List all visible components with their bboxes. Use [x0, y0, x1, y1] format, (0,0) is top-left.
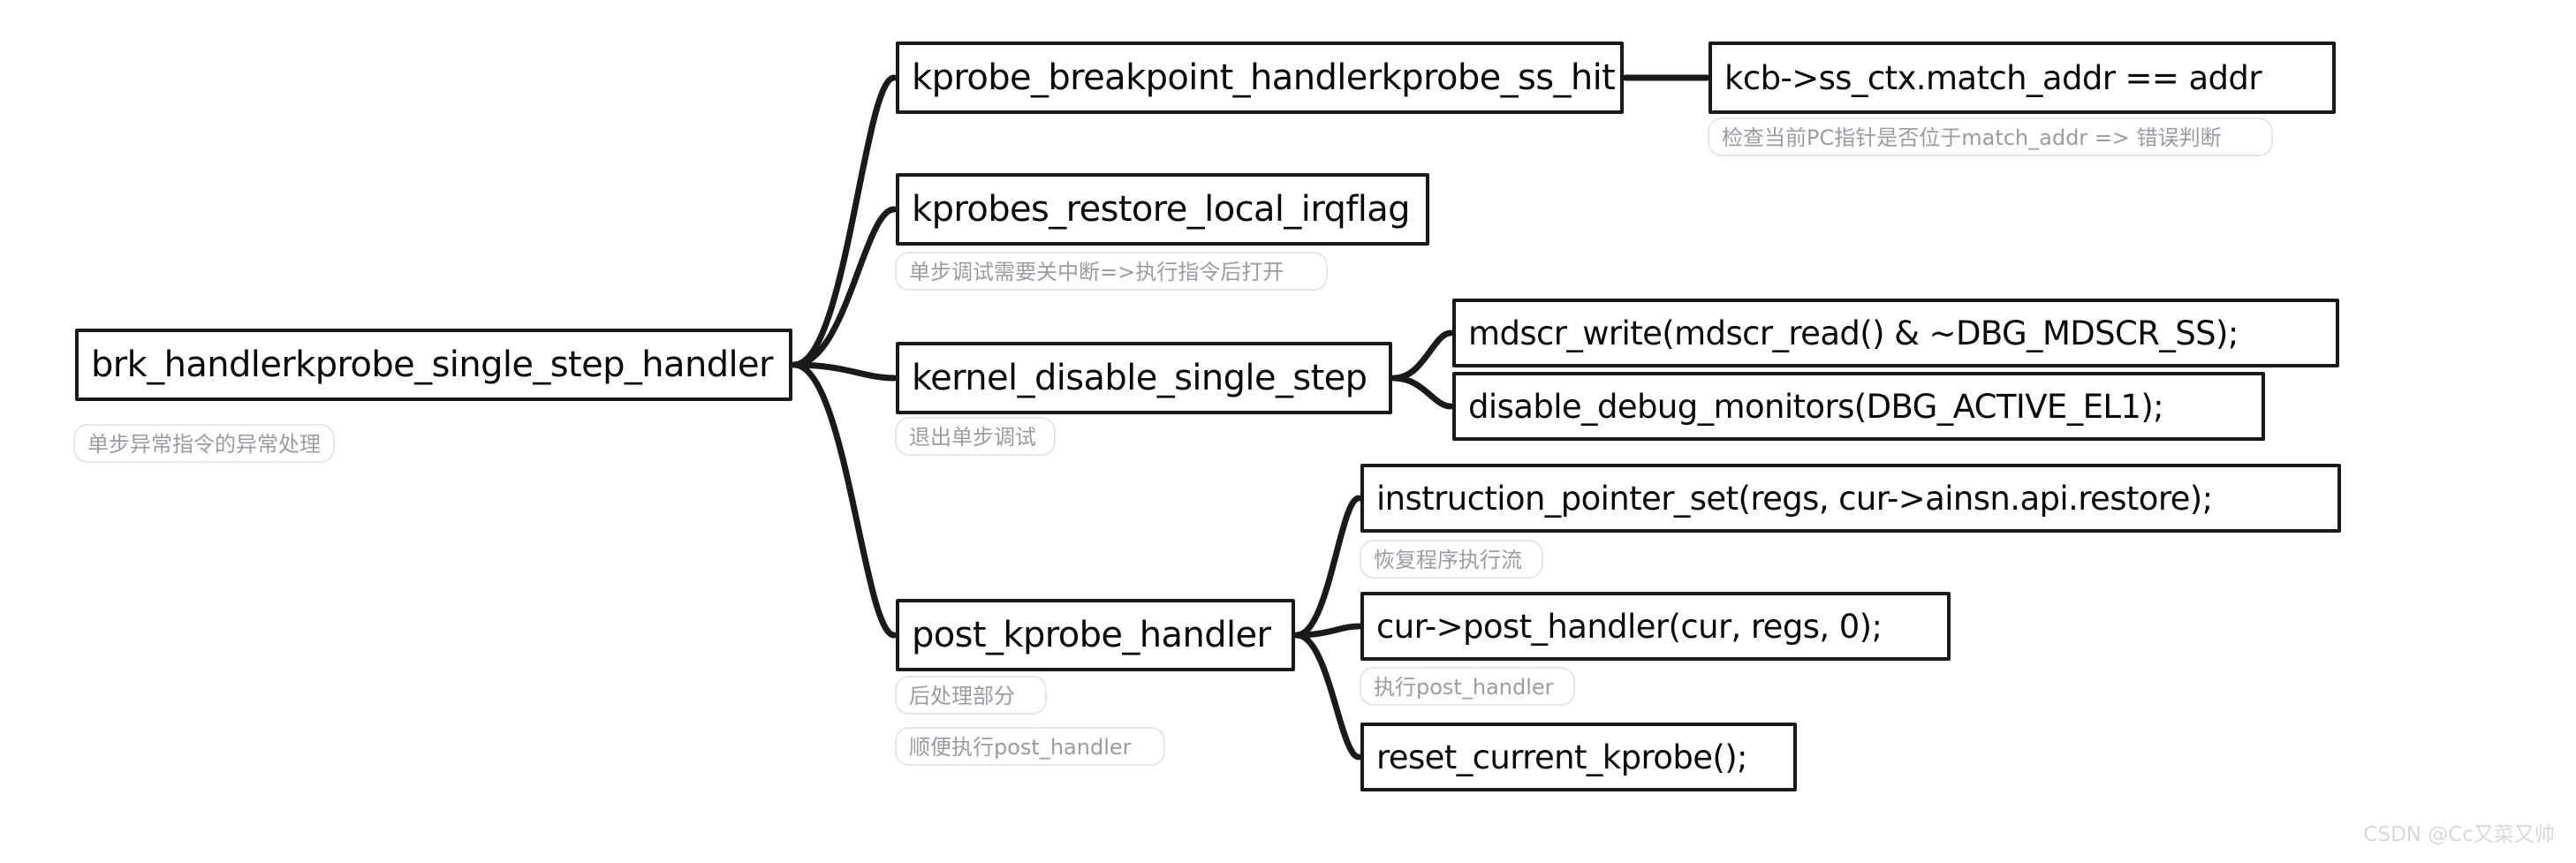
caption-kcb_match_addr-0: 检查当前PC指针是否位于match_addr => 错误判断: [1708, 117, 2273, 156]
node-label: cur->post_handler(cur, regs, 0);: [1376, 607, 1883, 646]
caption-post_kprobe_handler-0: 后处理部分: [895, 676, 1047, 715]
node-label: kprobe_breakpoint_handlerkprobe_ss_hit: [912, 57, 1616, 98]
caption-kprobes_restore_local_irqflag-0: 单步调试需要关中断=>执行指令后打开: [895, 252, 1328, 291]
node-label: brk_handlerkprobe_single_step_handler: [91, 344, 773, 385]
node-label: instruction_pointer_set(regs, cur->ainsn…: [1376, 479, 2213, 518]
node-kcb_match_addr[interactable]: kcb->ss_ctx.match_addr == addr: [1708, 42, 2336, 114]
caption-post_kprobe_handler-1: 顺便执行post_handler: [895, 727, 1165, 766]
node-label: mdscr_write(mdscr_read() & ~DBG_MDSCR_SS…: [1468, 314, 2239, 352]
caption-root-0: 单步异常指令的异常处理: [73, 424, 335, 463]
node-label: kernel_disable_single_step: [912, 358, 1368, 398]
watermark: CSDN @Cc又菜又帅: [2363, 823, 2555, 846]
edge: [791, 361, 898, 639]
edge: [1390, 329, 1454, 382]
node-kprobes_restore_local_irqflag[interactable]: kprobes_restore_local_irqflag: [896, 173, 1429, 246]
node-reset_current_kprobe[interactable]: reset_current_kprobe();: [1360, 723, 1797, 791]
edge: [791, 74, 898, 368]
edge: [791, 206, 898, 368]
caption-kernel_disable_single_step-0: 退出单步调试: [895, 417, 1056, 456]
node-label: post_kprobe_handler: [912, 615, 1271, 655]
edge: [1390, 375, 1454, 410]
node-label: kprobes_restore_local_irqflag: [912, 189, 1411, 230]
node-label: kcb->ss_ctx.match_addr == addr: [1724, 58, 2262, 97]
edge: [1293, 623, 1362, 639]
edge: [791, 361, 898, 382]
node-kernel_disable_single_step[interactable]: kernel_disable_single_step: [896, 342, 1392, 414]
node-instruction_pointer_set[interactable]: instruction_pointer_set(regs, cur->ainsn…: [1360, 464, 2341, 533]
edge: [1293, 495, 1362, 639]
caption-instruction_pointer_set-0: 恢复程序执行流: [1360, 540, 1543, 579]
node-label: disable_debug_monitors(DBG_ACTIVE_EL1);: [1468, 387, 2164, 426]
node-root[interactable]: brk_handlerkprobe_single_step_handler: [75, 329, 792, 401]
node-post_kprobe_handler[interactable]: post_kprobe_handler: [896, 599, 1295, 671]
node-mdscr_write[interactable]: mdscr_write(mdscr_read() & ~DBG_MDSCR_SS…: [1452, 299, 2339, 367]
node-cur_post_handler[interactable]: cur->post_handler(cur, regs, 0);: [1360, 592, 1951, 661]
node-kprobe_breakpoint_handler[interactable]: kprobe_breakpoint_handlerkprobe_ss_hit: [896, 42, 1624, 114]
edge: [1293, 632, 1362, 761]
node-disable_debug_monitors[interactable]: disable_debug_monitors(DBG_ACTIVE_EL1);: [1452, 372, 2265, 441]
caption-cur_post_handler-0: 执行post_handler: [1360, 667, 1575, 706]
mindmap-canvas: brk_handlerkprobe_single_step_handler 单步异…: [0, 0, 2576, 863]
node-label: reset_current_kprobe();: [1376, 738, 1748, 776]
